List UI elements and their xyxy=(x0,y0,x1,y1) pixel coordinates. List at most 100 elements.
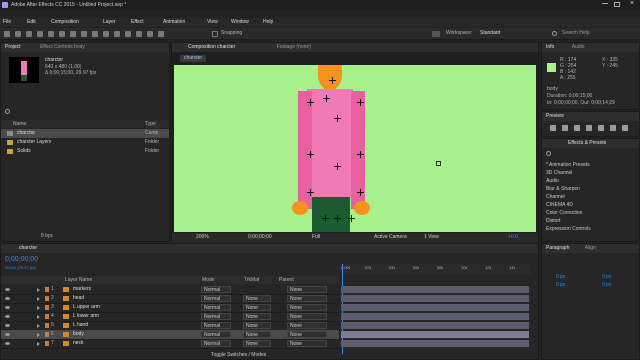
menu-file[interactable]: File xyxy=(3,19,11,25)
play-button[interactable] xyxy=(574,125,580,131)
parent-select[interactable]: None xyxy=(287,313,327,320)
parent-select[interactable]: None xyxy=(287,340,327,347)
effects-category[interactable]: Expression Controls xyxy=(542,225,640,233)
menu-animation[interactable]: Animation xyxy=(163,19,185,25)
next-frame-button[interactable] xyxy=(586,125,592,131)
visibility-eye-icon[interactable] xyxy=(5,315,10,318)
effects-category[interactable]: CINEMA 4D xyxy=(542,201,640,209)
snapping-checkbox[interactable] xyxy=(212,31,218,37)
mode-select[interactable]: Normal xyxy=(201,304,231,311)
roto-tool-icon[interactable] xyxy=(147,31,153,37)
layer-name[interactable]: markers xyxy=(73,285,91,294)
effects-category[interactable]: 3D Channel xyxy=(542,169,640,177)
layer-color-label[interactable] xyxy=(45,341,49,346)
expand-arrow-icon[interactable] xyxy=(37,315,40,319)
mode-select[interactable]: Normal xyxy=(201,295,231,302)
expand-arrow-icon[interactable] xyxy=(37,297,40,301)
effects-category[interactable]: * Animation Presets xyxy=(542,161,640,169)
project-item[interactable]: Solids Folder xyxy=(1,147,169,156)
selection-tool-icon[interactable] xyxy=(15,31,21,37)
tab-audio[interactable]: Audio xyxy=(572,44,585,50)
layer-duration-bar[interactable] xyxy=(341,331,529,338)
trkmat-select[interactable]: None xyxy=(243,322,271,329)
trkmat-select[interactable]: None xyxy=(243,304,271,311)
zoom-select[interactable]: 200% xyxy=(196,234,209,240)
anchor-marker[interactable] xyxy=(322,215,329,222)
minimize-button[interactable] xyxy=(602,3,608,4)
tab-project[interactable]: Project xyxy=(5,44,21,50)
viewer-timecode[interactable]: 0;00;00;00 xyxy=(248,234,272,240)
zoom-tool-icon[interactable] xyxy=(37,31,43,37)
loop-button[interactable] xyxy=(610,125,616,131)
prev-frame-button[interactable] xyxy=(562,125,568,131)
trkmat-select[interactable]: None xyxy=(243,295,271,302)
layer-color-label[interactable] xyxy=(45,332,49,337)
workspace-icon[interactable] xyxy=(432,31,440,37)
anchor-marker[interactable] xyxy=(334,163,341,170)
mute-button[interactable] xyxy=(622,125,628,131)
pan-behind-tool-icon[interactable] xyxy=(70,31,76,37)
col-trkmat[interactable]: TrkMat xyxy=(244,277,259,283)
layer-name[interactable]: L lower arm xyxy=(73,312,99,321)
anchor-marker[interactable] xyxy=(357,99,364,106)
menu-composition[interactable]: Composition xyxy=(51,19,79,25)
parent-select[interactable]: None xyxy=(287,286,327,293)
pen-tool-icon[interactable] xyxy=(92,31,98,37)
expand-arrow-icon[interactable] xyxy=(37,333,40,337)
parent-select[interactable]: None xyxy=(287,295,327,302)
views-select[interactable]: 1 View xyxy=(424,234,439,240)
parent-select[interactable]: None xyxy=(287,322,327,329)
bpc-label[interactable]: 8 bpc xyxy=(41,233,53,239)
menu-window[interactable]: Window xyxy=(231,19,249,25)
expand-arrow-icon[interactable] xyxy=(37,342,40,346)
first-frame-button[interactable] xyxy=(550,125,556,131)
visibility-eye-icon[interactable] xyxy=(5,297,10,300)
anchor-marker[interactable] xyxy=(329,77,336,84)
anchor-marker[interactable] xyxy=(307,99,314,106)
anchor-marker[interactable] xyxy=(334,215,341,222)
anchor-marker[interactable] xyxy=(307,189,314,196)
search-icon[interactable] xyxy=(546,151,551,156)
space-before[interactable]: 0 px xyxy=(556,282,565,288)
tab-paragraph[interactable]: Paragraph xyxy=(546,245,569,251)
layer-duration-bar[interactable] xyxy=(341,304,529,311)
tab-composition[interactable]: Composition charcter xyxy=(188,44,235,50)
rectangle-tool-icon[interactable] xyxy=(81,31,87,37)
type-tool-icon[interactable] xyxy=(103,31,109,37)
comp-tab-label[interactable]: charcter xyxy=(180,55,207,62)
layer-color-label[interactable] xyxy=(45,314,49,319)
visibility-eye-icon[interactable] xyxy=(5,288,10,291)
project-item[interactable]: charcter Layers Folder xyxy=(1,138,169,147)
last-frame-button[interactable] xyxy=(598,125,604,131)
layer-duration-bar[interactable] xyxy=(341,295,529,302)
resolution-select[interactable]: Full xyxy=(312,234,320,240)
timeline-timecode[interactable]: 0;00;00;00 xyxy=(5,256,38,263)
layer-color-label[interactable] xyxy=(45,305,49,310)
toggle-switches-modes[interactable]: Toggle Switches / Modes xyxy=(211,352,266,358)
col-layer-name[interactable]: Layer Name xyxy=(65,277,92,283)
brush-tool-icon[interactable] xyxy=(114,31,120,37)
workspace-select[interactable]: Standard xyxy=(480,30,542,36)
home-tool-icon[interactable] xyxy=(4,31,10,37)
menu-layer[interactable]: Layer xyxy=(103,19,116,25)
visibility-eye-icon[interactable] xyxy=(5,306,10,309)
layer-color-label[interactable] xyxy=(45,287,49,292)
exposure-value[interactable]: +0.0 xyxy=(508,234,518,240)
anchor-marker[interactable] xyxy=(334,115,341,122)
trkmat-select[interactable]: None xyxy=(243,313,271,320)
project-item[interactable]: charcter Comp xyxy=(1,129,169,138)
menu-view[interactable]: View xyxy=(207,19,218,25)
clone-tool-icon[interactable] xyxy=(125,31,131,37)
anchor-marker[interactable] xyxy=(357,189,364,196)
indent-left[interactable]: 0 px xyxy=(556,274,565,280)
tab-footage[interactable]: Footage (none) xyxy=(277,44,311,50)
space-after[interactable]: 0 px xyxy=(602,282,611,288)
layer-duration-bar[interactable] xyxy=(341,286,529,293)
mode-select[interactable]: Normal xyxy=(201,322,231,329)
comp-canvas[interactable] xyxy=(174,65,536,232)
col-parent[interactable]: Parent xyxy=(279,277,294,283)
camera-select[interactable]: Active Camera xyxy=(374,234,407,240)
menu-help[interactable]: Help xyxy=(263,19,273,25)
layer-name[interactable]: body xyxy=(73,330,84,339)
anchor-marker[interactable] xyxy=(307,151,314,158)
